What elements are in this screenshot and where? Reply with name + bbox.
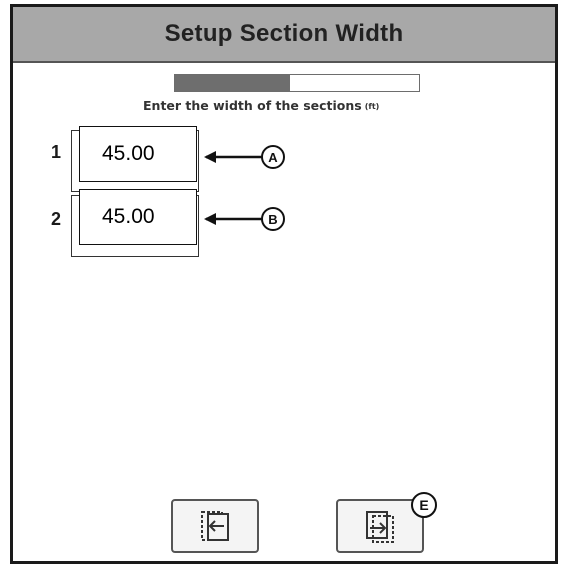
back-page-icon	[201, 511, 229, 541]
callout-a-label: A	[268, 150, 278, 165]
section-1-number: 1	[51, 142, 62, 162]
instruction-label: Enter the width of the sections	[143, 98, 362, 113]
callout-b-label: B	[268, 212, 277, 227]
next-page-icon	[366, 511, 394, 543]
progress-fill	[175, 75, 290, 91]
callout-b-arrow-icon: B	[204, 207, 285, 231]
section-2-width-input[interactable]: 45.00	[79, 189, 197, 245]
unit-label: (ft)	[364, 102, 380, 111]
title-bar: Setup Section Width	[13, 7, 555, 63]
callout-e-label: E	[419, 497, 429, 513]
callout-a-arrow-icon: A	[204, 145, 285, 169]
setup-screen: Setup Section Width Enter the width of t…	[10, 4, 558, 564]
back-button[interactable]	[171, 499, 259, 553]
page-title: Setup Section Width	[164, 20, 404, 47]
callout-e-badge: E	[411, 492, 437, 518]
progress-bar	[174, 74, 420, 92]
section-2-width-value: 45.00	[102, 205, 155, 228]
section-2-number: 2	[51, 209, 62, 229]
instruction-text: Enter the width of the sections (ft)	[143, 98, 483, 113]
section-1-width-input[interactable]: 45.00	[79, 126, 197, 182]
section-1-width-value: 45.00	[102, 142, 155, 165]
